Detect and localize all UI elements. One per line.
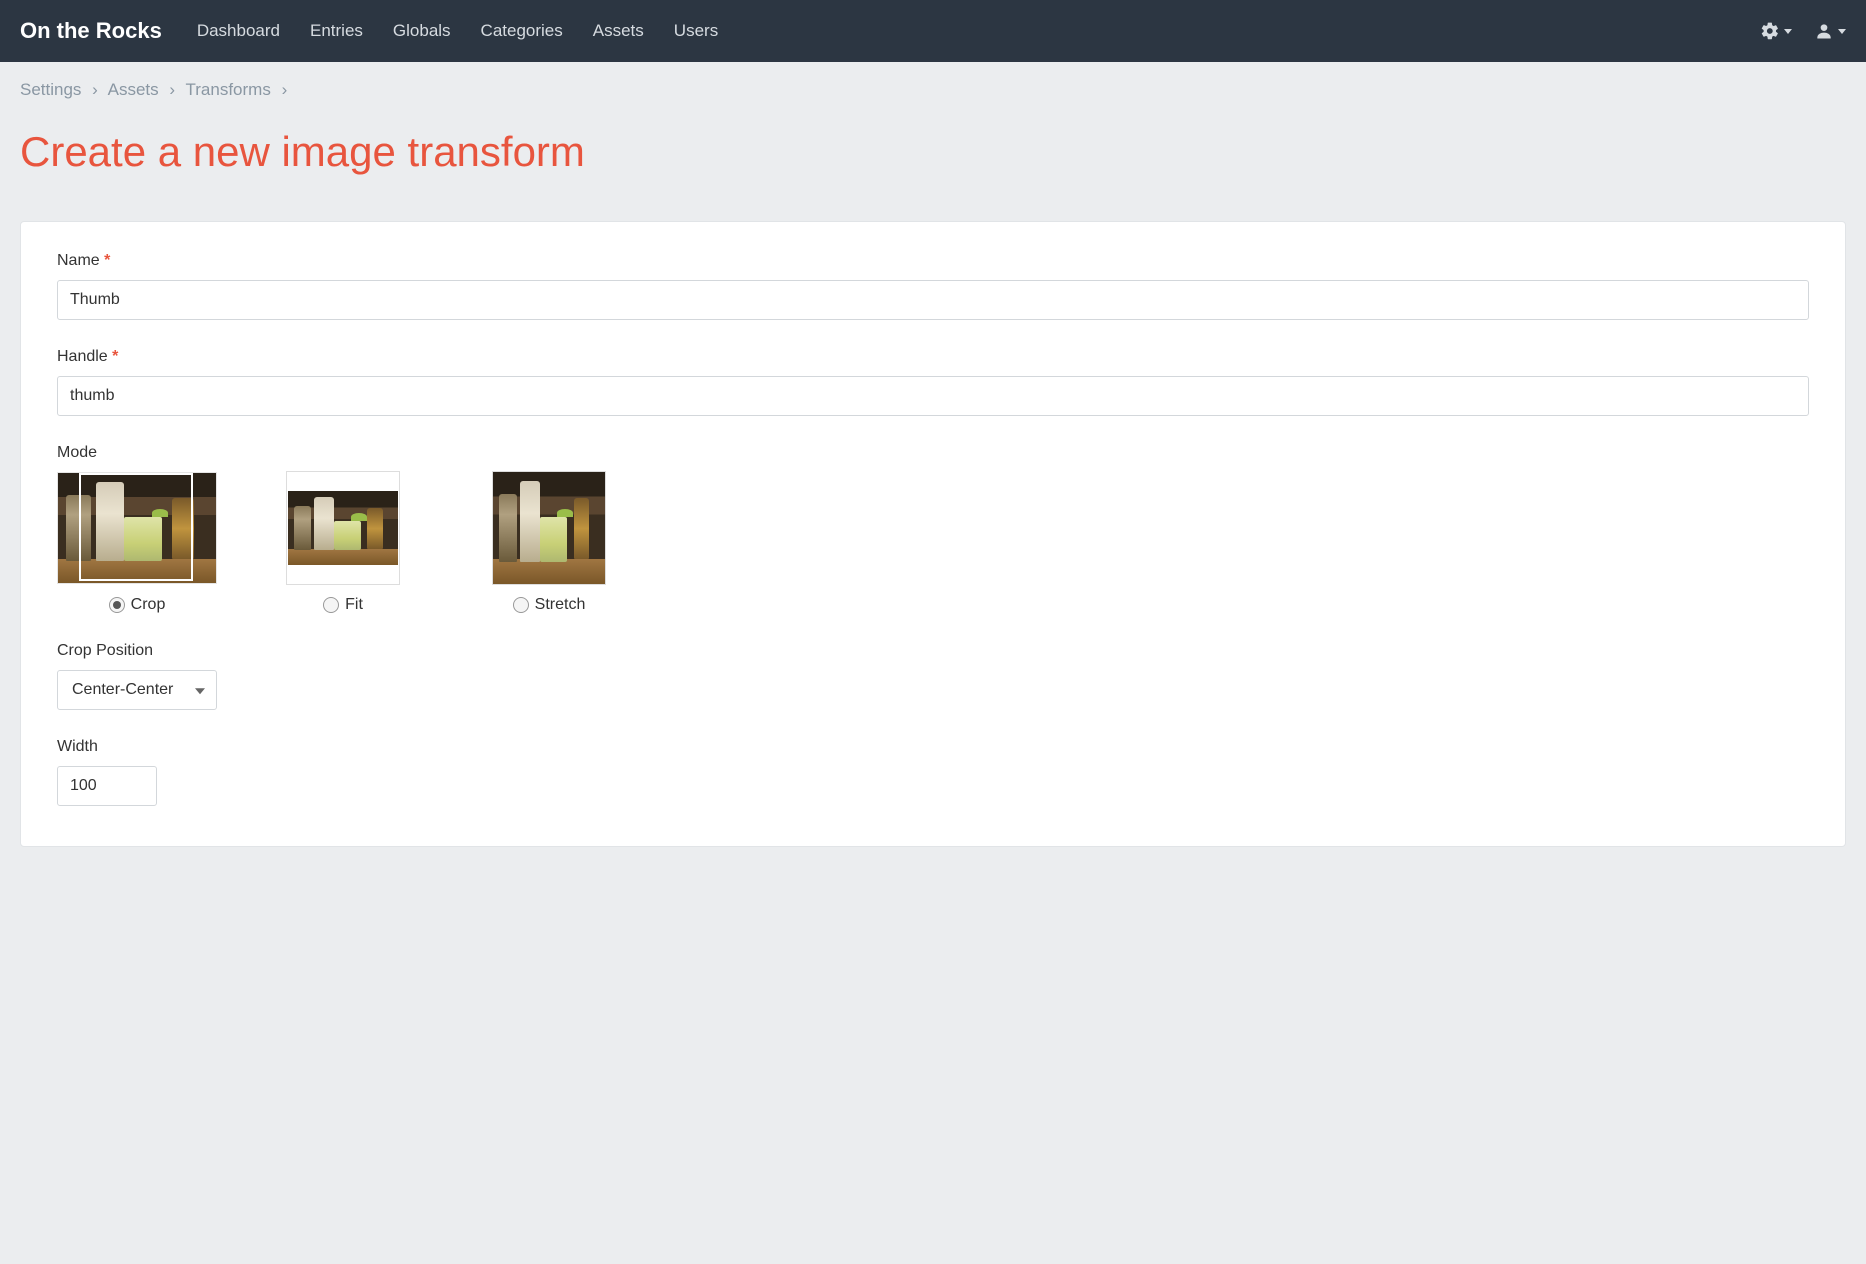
mode-thumb-crop <box>57 472 217 584</box>
chevron-down-icon <box>1838 29 1846 34</box>
breadcrumb-sep: › <box>282 80 288 99</box>
chevron-down-icon <box>1784 29 1792 34</box>
user-menu[interactable] <box>1814 21 1846 41</box>
header-icons <box>1760 21 1846 41</box>
mode-label: Mode <box>57 444 1809 462</box>
name-input[interactable] <box>57 280 1809 320</box>
width-input[interactable] <box>57 766 157 806</box>
mode-thumb-stretch <box>469 472 629 584</box>
breadcrumb-sep: › <box>169 80 175 99</box>
width-label: Width <box>57 738 1809 756</box>
nav-users[interactable]: Users <box>674 21 718 41</box>
nav-assets[interactable]: Assets <box>593 21 644 41</box>
handle-label: Handle * <box>57 348 1809 366</box>
handle-input[interactable] <box>57 376 1809 416</box>
brand-title[interactable]: On the Rocks <box>20 18 162 44</box>
nav-dashboard[interactable]: Dashboard <box>197 21 280 41</box>
mode-label-stretch: Stretch <box>535 596 586 614</box>
breadcrumb-assets[interactable]: Assets <box>108 80 159 99</box>
radio-fit[interactable] <box>323 597 339 613</box>
page-title: Create a new image transform <box>20 128 1846 176</box>
handle-field: Handle * <box>57 348 1809 416</box>
user-icon <box>1814 21 1834 41</box>
radio-crop[interactable] <box>109 597 125 613</box>
crop-position-value: Center-Center <box>72 681 173 699</box>
mode-option-crop[interactable]: Crop <box>57 472 217 614</box>
mode-options: Crop Fit <box>57 472 1809 614</box>
name-field: Name * <box>57 252 1809 320</box>
header-bar: On the Rocks Dashboard Entries Globals C… <box>0 0 1866 62</box>
gear-icon <box>1760 21 1780 41</box>
required-asterisk: * <box>104 252 110 269</box>
breadcrumb-transforms[interactable]: Transforms <box>186 80 271 99</box>
crop-position-label: Crop Position <box>57 642 1809 660</box>
chevron-down-icon <box>195 688 205 694</box>
width-field: Width <box>57 738 1809 806</box>
breadcrumb: Settings › Assets › Transforms › <box>20 80 1846 100</box>
settings-menu[interactable] <box>1760 21 1792 41</box>
mode-label-fit: Fit <box>345 596 363 614</box>
content: Settings › Assets › Transforms › Create … <box>0 62 1866 865</box>
nav-categories[interactable]: Categories <box>481 21 563 41</box>
mode-thumb-fit <box>263 472 423 584</box>
nav: Dashboard Entries Globals Categories Ass… <box>197 21 718 41</box>
mode-option-fit[interactable]: Fit <box>263 472 423 614</box>
required-asterisk: * <box>112 348 118 365</box>
mode-label-crop: Crop <box>131 596 166 614</box>
nav-globals[interactable]: Globals <box>393 21 451 41</box>
nav-entries[interactable]: Entries <box>310 21 363 41</box>
breadcrumb-sep: › <box>92 80 98 99</box>
radio-stretch[interactable] <box>513 597 529 613</box>
crop-position-field: Crop Position Center-Center <box>57 642 1809 710</box>
name-label: Name * <box>57 252 1809 270</box>
crop-position-select[interactable]: Center-Center <box>57 670 217 710</box>
mode-option-stretch[interactable]: Stretch <box>469 472 629 614</box>
mode-field: Mode Crop <box>57 444 1809 614</box>
form-panel: Name * Handle * Mode Cr <box>20 221 1846 847</box>
breadcrumb-settings[interactable]: Settings <box>20 80 81 99</box>
